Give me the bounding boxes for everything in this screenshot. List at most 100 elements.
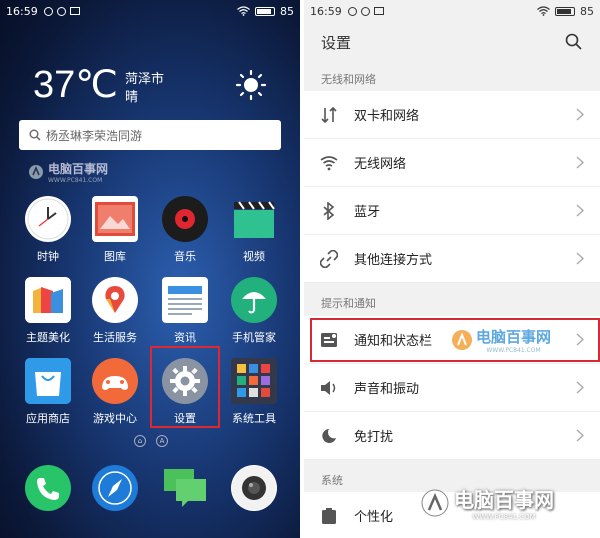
life-service-icon [92, 277, 138, 323]
settings-item-label: 无线网络 [354, 157, 407, 172]
messages-icon [162, 465, 208, 511]
app-label: 音乐 [174, 250, 196, 263]
app-gallery[interactable]: 图库 [80, 196, 150, 264]
personalize-icon [320, 507, 338, 525]
home-page-icon[interactable]: ⌂ [134, 435, 146, 447]
watermark: 电脑百事网 WWW.PC841.COM [420, 484, 554, 521]
app-label: 视频 [243, 250, 265, 263]
watermark-sub: WWW.PC841.COM [486, 347, 541, 354]
settings-item-wifi[interactable]: 无线网络 [304, 139, 600, 187]
app-music[interactable]: 音乐 [150, 196, 220, 264]
camera-icon [231, 465, 277, 511]
notification-icon [360, 6, 370, 16]
search-icon [29, 129, 41, 141]
app-system-tools[interactable]: 系统工具 [219, 358, 289, 426]
app-game-center[interactable]: 游戏中心 [80, 358, 150, 426]
search-hint: 杨丞琳李荣浩同游 [46, 128, 143, 143]
home-screen: 16:59 85 37℃ 菏泽市 晴 杨丞琳李荣浩同游 电脑百事网 WWW.PC… [0, 0, 300, 538]
watermark-sub: WWW.PC841.COM [472, 513, 536, 521]
app-news[interactable]: 资讯 [150, 277, 220, 345]
app-store-icon [25, 358, 71, 404]
wifi-icon [320, 154, 338, 172]
app-label: 手机管家 [232, 331, 276, 344]
app-label: 主题美化 [26, 331, 70, 344]
search-bar[interactable]: 杨丞琳李荣浩同游 [19, 120, 281, 150]
app-clock[interactable]: 时钟 [13, 196, 83, 264]
wifi-icon [537, 6, 550, 16]
settings-item-label: 声音和振动 [354, 382, 420, 397]
sun-icon [236, 70, 266, 100]
chevron-right-icon [576, 429, 584, 442]
theme-icon [25, 277, 71, 323]
watermark-title: 电脑百事网 [48, 162, 109, 176]
wifi-icon [237, 6, 250, 16]
highlight-box [150, 346, 220, 428]
settings-item-bluetooth[interactable]: 蓝牙 [304, 187, 600, 235]
page-indicator: ⌂ A [134, 435, 168, 447]
app-store[interactable]: 应用商店 [13, 358, 83, 426]
image-icon [373, 7, 384, 15]
bluetooth-icon [320, 201, 338, 220]
search-icon[interactable] [565, 33, 582, 50]
settings-item-dual-sim[interactable]: 双卡和网络 [304, 91, 600, 139]
moon-icon [320, 427, 338, 445]
chevron-right-icon [576, 252, 584, 265]
chevron-right-icon [576, 381, 584, 394]
section-header-notify: 提示和通知 [321, 297, 376, 310]
phone-manager-icon [231, 277, 277, 323]
status-time: 16:59 [310, 4, 342, 18]
chevron-right-icon [576, 156, 584, 169]
watermark: 电脑百事网 WWW.PC841.COM [28, 160, 108, 184]
settings-screen: 16:59 85 设置 无线和网络 双卡和网络 无线网络 蓝牙 其他连接方式 提… [304, 0, 600, 538]
settings-item-label: 双卡和网络 [354, 109, 420, 124]
sound-icon [320, 379, 338, 397]
app-label: 资讯 [174, 331, 196, 344]
watermark: 电脑百事网 WWW.PC841.COM [451, 326, 551, 354]
video-icon [231, 196, 277, 242]
settings-item-label: 个性化 [354, 510, 394, 525]
game-center-icon [92, 358, 138, 404]
weather-city: 菏泽市 [125, 72, 165, 87]
app-phone-manager[interactable]: 手机管家 [219, 277, 289, 345]
settings-item-label: 蓝牙 [354, 205, 381, 220]
dual-sim-icon [320, 106, 338, 124]
dock-browser[interactable] [80, 465, 150, 511]
dock-phone[interactable] [13, 465, 83, 511]
watermark-logo [421, 489, 449, 516]
dock-messages[interactable] [150, 465, 220, 511]
app-label: 图库 [104, 250, 126, 263]
app-label: 应用商店 [26, 412, 70, 425]
notification-icon [43, 6, 53, 16]
battery-icon [555, 6, 575, 16]
app-label: 游戏中心 [93, 412, 137, 425]
app-label: 系统工具 [232, 412, 276, 425]
settings-item-sound[interactable]: 声音和振动 [304, 364, 600, 412]
clock-icon [25, 196, 71, 242]
phone-icon [25, 465, 71, 511]
browser-icon [92, 465, 138, 511]
battery-level: 85 [280, 4, 294, 18]
chevron-right-icon [576, 108, 584, 121]
watermark-title: 电脑百事网 [476, 328, 552, 346]
status-bar: 16:59 85 [304, 0, 600, 22]
app-life-service[interactable]: 生活服务 [80, 277, 150, 345]
settings-item-do-not-disturb[interactable]: 免打扰 [304, 412, 600, 460]
page-title: 设置 [321, 33, 352, 52]
system-tools-icon [231, 358, 277, 404]
app-video[interactable]: 视频 [219, 196, 289, 264]
settings-item-label: 免打扰 [354, 430, 394, 445]
app-label: 时钟 [37, 250, 59, 263]
status-bar: 16:59 85 [0, 0, 300, 22]
dock-camera[interactable] [219, 465, 289, 511]
page-dot[interactable]: A [156, 435, 168, 447]
watermark-title: 电脑百事网 [454, 488, 554, 512]
watermark-logo [452, 330, 472, 350]
status-time: 16:59 [6, 4, 38, 18]
app-theme[interactable]: 主题美化 [13, 277, 83, 345]
notification-icon [56, 6, 66, 16]
settings-item-other-connections[interactable]: 其他连接方式 [304, 235, 600, 283]
weather-condition: 晴 [125, 90, 139, 105]
battery-level: 85 [580, 4, 594, 18]
section-header-wireless: 无线和网络 [321, 73, 376, 86]
news-icon [162, 277, 208, 323]
